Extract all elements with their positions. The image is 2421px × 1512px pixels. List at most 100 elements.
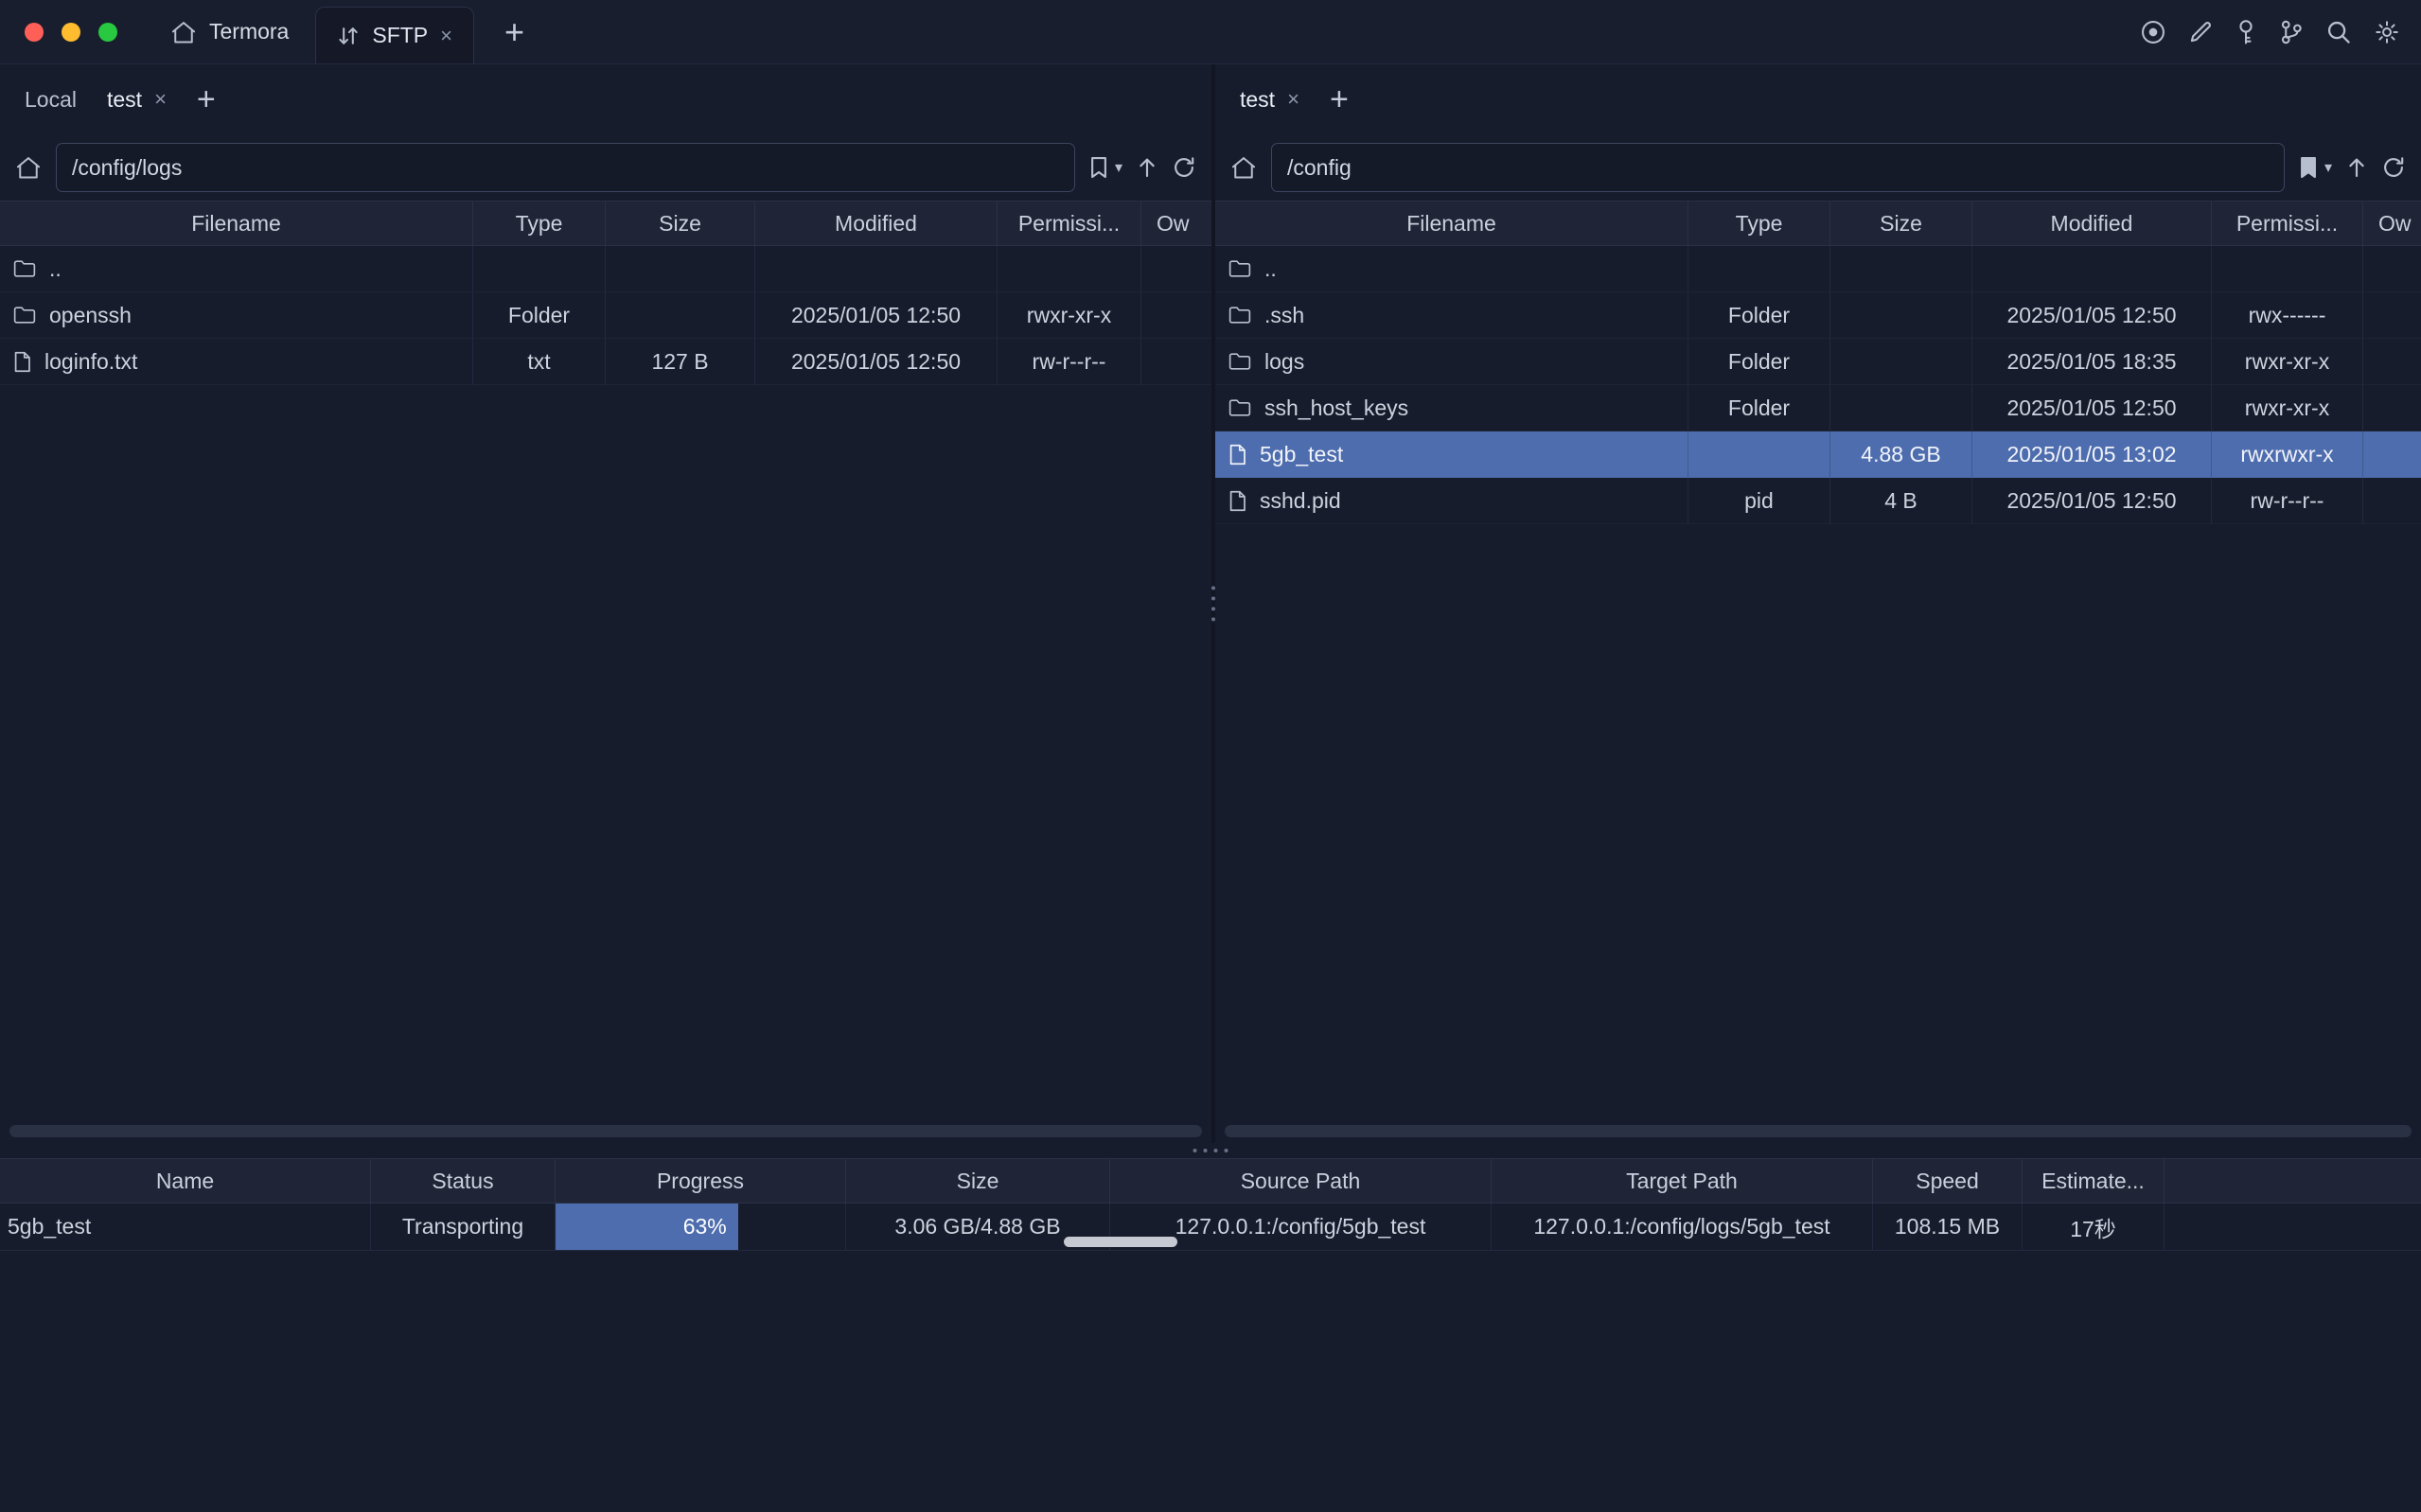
file-icon: [13, 351, 31, 373]
tab-test-left[interactable]: test ×: [92, 78, 182, 122]
add-tab-button[interactable]: +: [1315, 81, 1364, 118]
size-cell: 4.88 GB: [1830, 431, 1972, 478]
chevron-down-icon[interactable]: ▾: [2324, 158, 2332, 177]
splitter-handle-icon: [1193, 1149, 1228, 1152]
tab-local[interactable]: Local: [9, 78, 92, 122]
key-icon[interactable]: [2235, 19, 2257, 45]
bookmark-icon[interactable]: [1089, 155, 1108, 180]
file-row[interactable]: ssh_host_keysFolder2025/01/05 12:50rwxr-…: [1215, 385, 2421, 431]
tab-termora[interactable]: Termora: [170, 19, 289, 44]
column-name[interactable]: Name: [0, 1159, 371, 1203]
horizontal-scrollbar[interactable]: [9, 1125, 1202, 1137]
column-size[interactable]: Size: [846, 1159, 1110, 1203]
column-speed[interactable]: Speed: [1873, 1159, 2023, 1203]
file-row[interactable]: loginfo.txttxt127 B2025/01/05 12:50rw-r-…: [0, 339, 1211, 385]
right-pane-tabs: test × +: [1215, 64, 2421, 134]
record-icon[interactable]: [2140, 19, 2166, 45]
home-icon[interactable]: [1230, 155, 1257, 180]
file-row[interactable]: 5gb_test4.88 GB2025/01/05 13:02rwxrwxr-x: [1215, 431, 2421, 478]
left-pane-tabs: Local test × +: [0, 64, 1211, 134]
filename-cell: sshd.pid: [1215, 478, 1688, 524]
column-filename[interactable]: Filename: [1215, 202, 1688, 245]
minimize-window-button[interactable]: [62, 23, 80, 42]
column-type[interactable]: Type: [1688, 202, 1830, 245]
modified-cell: [755, 246, 998, 292]
type-cell: [473, 246, 606, 292]
settings-gear-icon[interactable]: [2374, 19, 2400, 45]
file-list: ...sshFolder2025/01/05 12:50rwx------log…: [1215, 246, 2421, 1143]
termora-logo-icon: [170, 20, 197, 44]
column-modified[interactable]: Modified: [1972, 202, 2212, 245]
folder-icon: [13, 306, 36, 325]
column-source-path[interactable]: Source Path: [1110, 1159, 1492, 1203]
titlebar-actions: [2140, 19, 2421, 45]
column-status[interactable]: Status: [371, 1159, 556, 1203]
app-tab-label: Termora: [209, 19, 289, 44]
column-size[interactable]: Size: [606, 202, 755, 245]
owner-cell: [2363, 385, 2421, 431]
transfer-target-cell: 127.0.0.1:/config/logs/5gb_test: [1492, 1204, 1873, 1251]
file-row[interactable]: ..: [1215, 246, 2421, 292]
file-row[interactable]: logsFolder2025/01/05 18:35rwxr-xr-x: [1215, 339, 2421, 385]
file-row[interactable]: .sshFolder2025/01/05 12:50rwx------: [1215, 292, 2421, 339]
filename-cell: 5gb_test: [1215, 431, 1688, 478]
transfer-row[interactable]: 5gb_testTransporting63%3.06 GB/4.88 GB12…: [0, 1204, 2421, 1251]
transfer-panel-splitter[interactable]: [0, 1143, 2421, 1158]
column-permissions[interactable]: Permissi...: [998, 202, 1141, 245]
file-row[interactable]: opensshFolder2025/01/05 12:50rwxr-xr-x: [0, 292, 1211, 339]
close-tab-icon[interactable]: ×: [440, 26, 452, 46]
file-row[interactable]: ..: [0, 246, 1211, 292]
tab-sftp[interactable]: SFTP ×: [315, 7, 474, 63]
bookmark-icon[interactable]: [2299, 155, 2318, 180]
home-icon[interactable]: [15, 155, 42, 180]
edit-icon[interactable]: [2188, 20, 2213, 44]
horizontal-scrollbar[interactable]: [1225, 1125, 2412, 1137]
modified-cell: 2025/01/05 12:50: [1972, 292, 2212, 339]
column-filename[interactable]: Filename: [0, 202, 473, 245]
refresh-icon[interactable]: [2381, 155, 2406, 180]
add-tab-button[interactable]: +: [182, 81, 231, 118]
bottom-scrollbar-thumb[interactable]: [1064, 1237, 1177, 1247]
column-progress[interactable]: Progress: [556, 1159, 846, 1203]
zoom-window-button[interactable]: [98, 23, 117, 42]
size-cell: 127 B: [606, 339, 755, 385]
folder-icon: [1228, 352, 1251, 371]
new-window-tab-button[interactable]: +: [504, 15, 524, 49]
column-type[interactable]: Type: [473, 202, 606, 245]
close-tab-icon[interactable]: ×: [1287, 89, 1299, 110]
size-cell: [1830, 339, 1972, 385]
folder-icon: [1228, 398, 1251, 417]
up-directory-icon[interactable]: [1137, 156, 1157, 179]
size-cell: [1830, 292, 1972, 339]
file-list: ..opensshFolder2025/01/05 12:50rwxr-xr-x…: [0, 246, 1211, 1143]
branch-icon[interactable]: [2279, 19, 2304, 45]
column-owner[interactable]: Ow: [2363, 202, 2421, 245]
search-icon[interactable]: [2325, 19, 2352, 45]
size-cell: [1830, 246, 1972, 292]
modified-cell: 2025/01/05 12:50: [1972, 478, 2212, 524]
column-permissions[interactable]: Permissi...: [2212, 202, 2363, 245]
column-estimate[interactable]: Estimate...: [2023, 1159, 2165, 1203]
refresh-icon[interactable]: [1172, 155, 1196, 180]
column-owner[interactable]: Ow: [1141, 202, 1211, 245]
path-input[interactable]: [56, 143, 1075, 192]
local-pane: Local test × + ▾ Filename: [0, 64, 1211, 1143]
file-row[interactable]: sshd.pidpid4 B2025/01/05 12:50rw-r--r--: [1215, 478, 2421, 524]
up-directory-icon[interactable]: [2346, 156, 2367, 179]
column-modified[interactable]: Modified: [755, 202, 998, 245]
file-icon: [1228, 444, 1246, 466]
column-target-path[interactable]: Target Path: [1492, 1159, 1873, 1203]
right-path-bar: ▾: [1215, 134, 2421, 201]
owner-cell: [2363, 339, 2421, 385]
close-tab-icon[interactable]: ×: [154, 89, 167, 110]
titlebar: Termora SFTP × +: [0, 0, 2421, 64]
filename-cell: .ssh: [1215, 292, 1688, 339]
transfer-filler-cell: [2165, 1204, 2421, 1251]
chevron-down-icon[interactable]: ▾: [1115, 158, 1122, 177]
tab-test-right[interactable]: test ×: [1225, 78, 1315, 122]
path-input[interactable]: [1271, 143, 2285, 192]
column-size[interactable]: Size: [1830, 202, 1972, 245]
filename-cell: ..: [1215, 246, 1688, 292]
size-cell: [1830, 385, 1972, 431]
close-window-button[interactable]: [25, 23, 44, 42]
